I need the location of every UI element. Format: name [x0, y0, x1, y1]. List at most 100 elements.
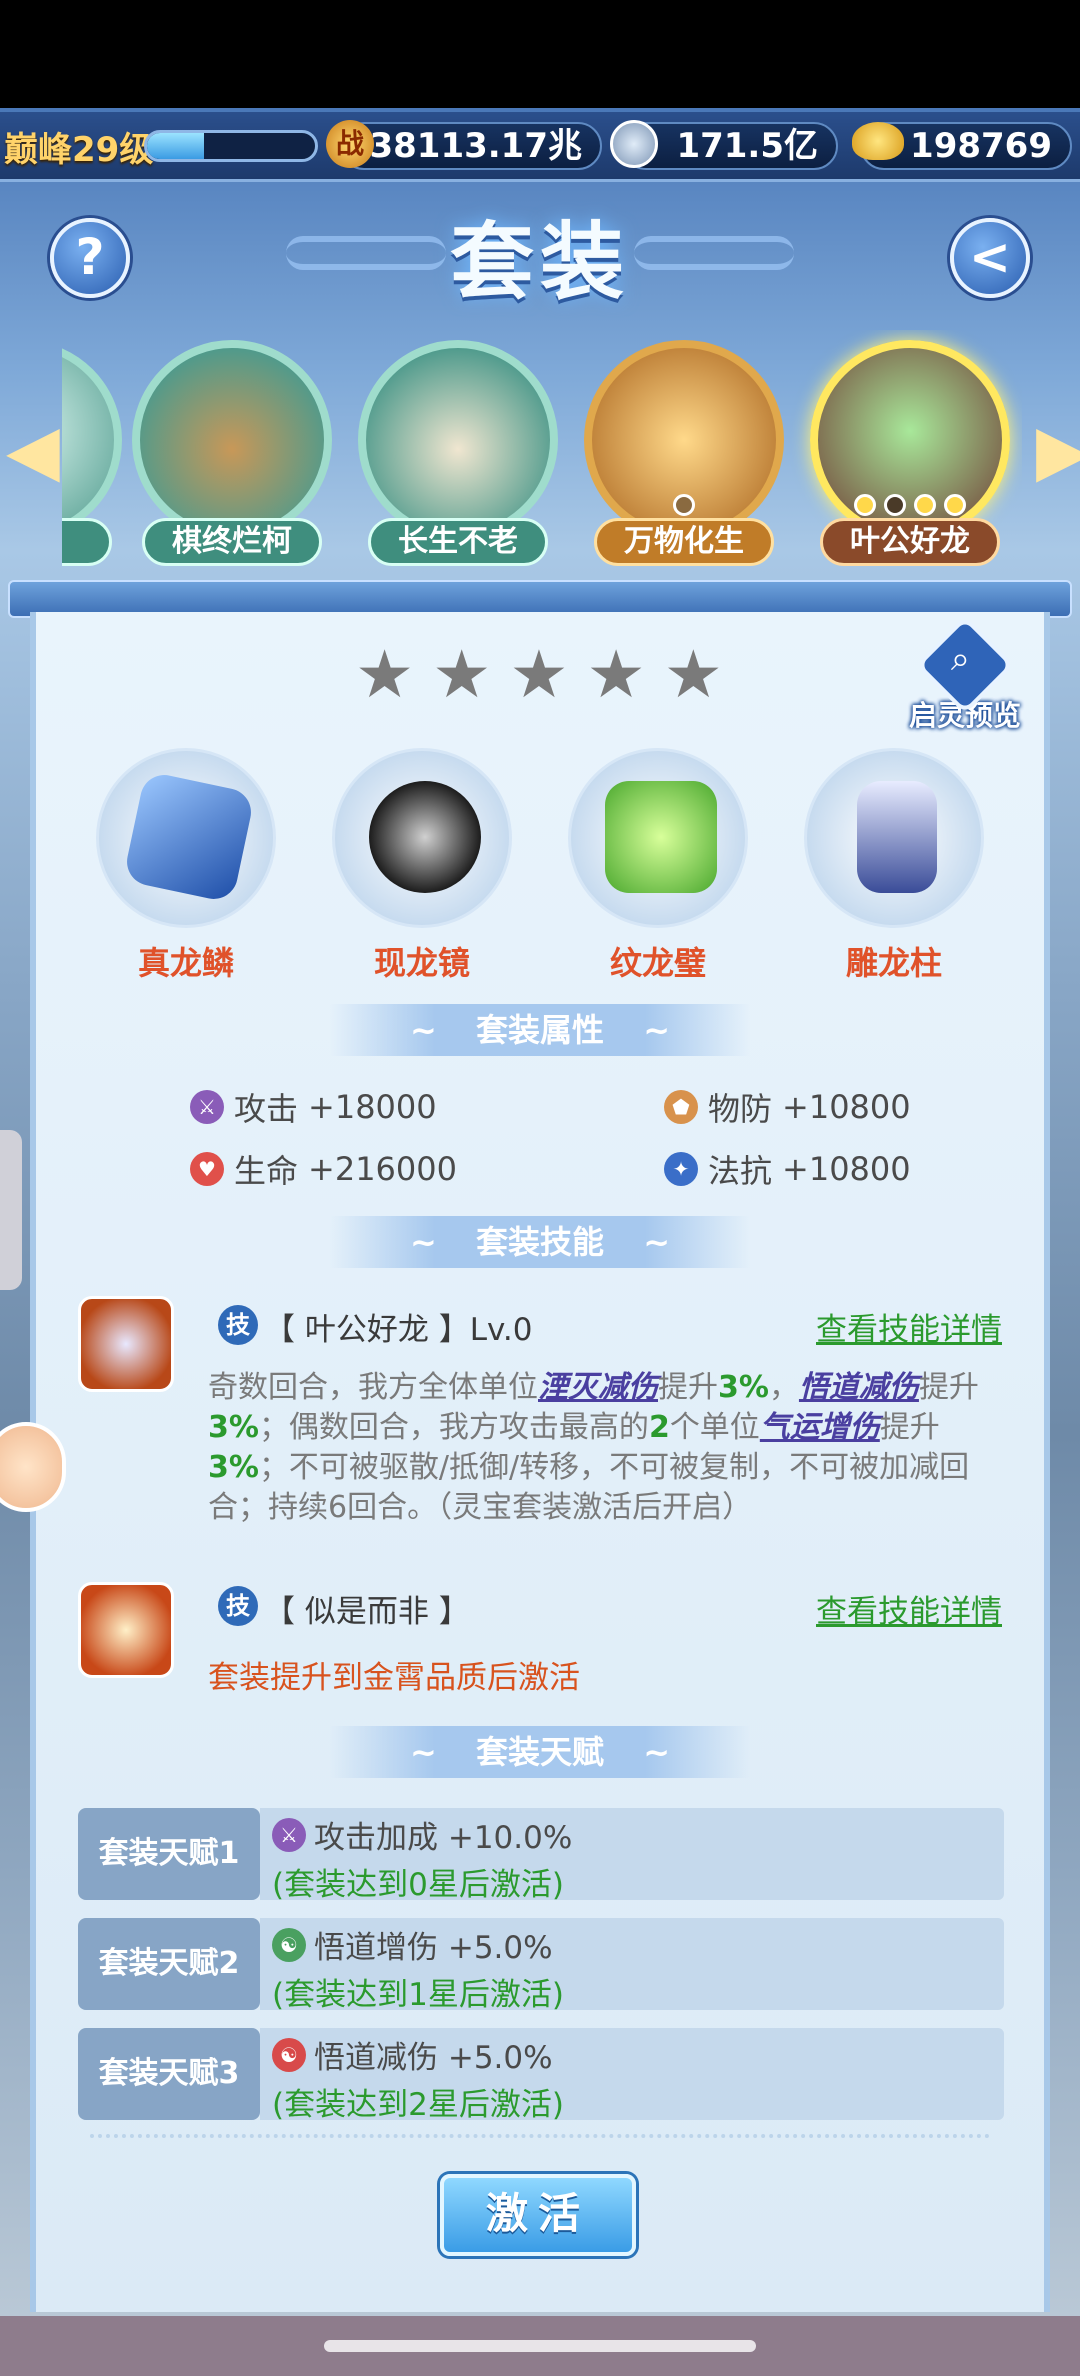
- shield-icon: ⬟: [664, 1090, 698, 1124]
- blue-scale-icon: [122, 770, 256, 904]
- piece-name: 雕龙柱: [845, 944, 942, 982]
- magic-icon: ✦: [664, 1152, 698, 1186]
- progress-dot: [854, 494, 876, 516]
- set-item-partial[interactable]: [62, 340, 122, 576]
- piece-frame: [332, 748, 512, 928]
- gold-value: 198769: [910, 126, 1052, 166]
- progress-dot: [914, 494, 936, 516]
- piece-frame: [96, 748, 276, 928]
- activate-button[interactable]: 激活: [440, 2174, 636, 2256]
- talent-row-1: 套装天赋1 ⚔ 攻击加成 +10.0% (套装达到0星后激活): [78, 1808, 1004, 1903]
- talent-tab: 套装天赋3: [78, 2028, 260, 2120]
- side-drawer-tab[interactable]: [0, 1130, 22, 1290]
- attr-hp: ♥ 生命 +216000: [190, 1146, 457, 1192]
- rank-label: 巅峰29级: [4, 130, 154, 170]
- set-item-changshengbulao[interactable]: 长生不老: [358, 340, 558, 576]
- attr-physical-defense: ⬟ 物防 +10800: [664, 1084, 911, 1130]
- set-item-label: 万物化生: [594, 518, 774, 566]
- set-item-progress-dots: [850, 494, 970, 518]
- set-item-wanwuhuasheng[interactable]: 万物化生: [584, 340, 784, 576]
- star-icon: ★: [432, 636, 492, 713]
- piece-name: 现龙镜: [373, 944, 470, 982]
- talent-effect: 悟道增伤 +5.0%: [314, 1930, 553, 1966]
- star-icon: ★: [586, 636, 646, 713]
- help-button[interactable]: ?: [50, 218, 130, 298]
- talent-body: ☯ 悟道增伤 +5.0% (套装达到1星后激活): [260, 1918, 1004, 2013]
- talent-tab: 套装天赋1: [78, 1808, 260, 1900]
- back-button[interactable]: <: [950, 218, 1030, 298]
- preview-button[interactable]: ⌕ 启灵预览: [900, 615, 1030, 732]
- skill-icon-yegonghaolong[interactable]: [78, 1296, 174, 1392]
- attr-attack: ⚔ 攻击 +18000: [190, 1084, 437, 1130]
- skill-icon-sishierfei[interactable]: [78, 1582, 174, 1678]
- power-icon: 战: [326, 120, 374, 168]
- yinyang-icon: ☯: [272, 1927, 306, 1962]
- divider: [90, 2134, 990, 2138]
- set-item-progress-dots: [624, 494, 744, 518]
- talent-body: ⚔ 攻击加成 +10.0% (套装达到0星后激活): [260, 1808, 1004, 1903]
- carousel-next-arrow-icon[interactable]: ▶: [1036, 410, 1080, 490]
- piece-frame: [804, 748, 984, 928]
- exp-bar-fill: [147, 133, 205, 159]
- coin-value: 171.5亿: [676, 126, 818, 166]
- carousel-prev-arrow-icon[interactable]: ◀: [6, 410, 60, 490]
- progress-dot: [944, 494, 966, 516]
- star-icon: ★: [509, 636, 569, 713]
- set-item-label: 叶公好龙: [820, 518, 1000, 566]
- set-piece-3[interactable]: 纹龙璧: [558, 748, 758, 982]
- talent-effect: 悟道减伤 +5.0%: [314, 2040, 553, 2076]
- set-item-label: 长生不老: [368, 518, 548, 566]
- set-carousel[interactable]: 棋终烂柯 长生不老 万物化生 叶公好龙: [62, 330, 1022, 580]
- resource-bar: 巅峰29级 138113.17兆 战 171.5亿 198769: [0, 112, 1080, 182]
- skill-description: 奇数回合，我方全体单位湮灭减伤提升3%，悟道减伤提升3%；偶数回合，我方攻击最高…: [208, 1370, 979, 1525]
- star-icon: ★: [355, 636, 415, 713]
- set-item-yegonghaolong[interactable]: 叶公好龙: [810, 340, 1010, 576]
- page-title: 套装: [449, 213, 630, 311]
- set-item-image: [358, 340, 558, 540]
- set-item-label: 棋终烂柯: [142, 518, 322, 566]
- talent-body: ☯ 悟道减伤 +5.0% (套装达到2星后激活): [260, 2028, 1004, 2123]
- sword-icon: ⚔: [272, 1817, 306, 1852]
- piece-name: 纹龙璧: [609, 944, 706, 982]
- section-title-talents: 套装天赋: [330, 1726, 750, 1778]
- piece-frame: [568, 748, 748, 928]
- talent-row-2: 套装天赋2 ☯ 悟道增伤 +5.0% (套装达到1星后激活): [78, 1918, 1004, 2013]
- view-skill-details-link[interactable]: 查看技能详情: [816, 1304, 1002, 1349]
- section-title-attributes: 套装属性: [330, 1004, 750, 1056]
- coin-icon: [610, 120, 658, 168]
- attr-value: +10800: [782, 1088, 911, 1126]
- set-item-image: [62, 340, 122, 540]
- skill-locked-text: 套装提升到金霄品质后激活: [208, 1660, 580, 1696]
- skill-badge: 技: [218, 1586, 258, 1626]
- attr-name: 法抗: [708, 1152, 773, 1190]
- power-pill: 138113.17兆: [340, 122, 602, 170]
- heart-icon: ♥: [190, 1152, 224, 1186]
- dragon-pillar-icon: [857, 781, 937, 893]
- talent-row-3: 套装天赋3 ☯ 悟道减伤 +5.0% (套装达到2星后激活): [78, 2028, 1004, 2123]
- talent-condition: (套装达到0星后激活): [272, 1867, 564, 1903]
- attr-magic-resist: ✦ 法抗 +10800: [664, 1146, 911, 1192]
- section-title-skills: 套装技能: [330, 1216, 750, 1268]
- attr-value: +10800: [782, 1150, 911, 1188]
- view-skill-details-link[interactable]: 查看技能详情: [816, 1586, 1002, 1631]
- skill-name: 【 叶公好龙 】Lv.0: [264, 1312, 533, 1348]
- set-item-label: [62, 518, 112, 566]
- star-rating: ★ ★ ★ ★ ★: [355, 640, 723, 710]
- attr-value: +216000: [308, 1150, 457, 1188]
- sword-icon: ⚔: [190, 1090, 224, 1124]
- status-bar-area: [0, 0, 1080, 108]
- set-piece-1[interactable]: 真龙鳞: [86, 748, 286, 982]
- star-icon: ★: [663, 636, 723, 713]
- home-indicator[interactable]: [324, 2340, 756, 2352]
- set-item-qizhonglanke[interactable]: 棋终烂柯: [132, 340, 332, 576]
- gold-ingot-icon: [852, 122, 904, 160]
- skill-name: 【 似是而非 】: [264, 1594, 470, 1630]
- exp-bar: [144, 130, 318, 162]
- talent-effect: 攻击加成 +10.0%: [314, 1820, 573, 1856]
- set-item-image: [132, 340, 332, 540]
- jade-dragon-icon: [605, 781, 717, 893]
- set-piece-2[interactable]: 现龙镜: [322, 748, 522, 982]
- set-piece-4[interactable]: 雕龙柱: [794, 748, 994, 982]
- talent-tab: 套装天赋2: [78, 1918, 260, 2010]
- skill-badge: 技: [218, 1305, 258, 1345]
